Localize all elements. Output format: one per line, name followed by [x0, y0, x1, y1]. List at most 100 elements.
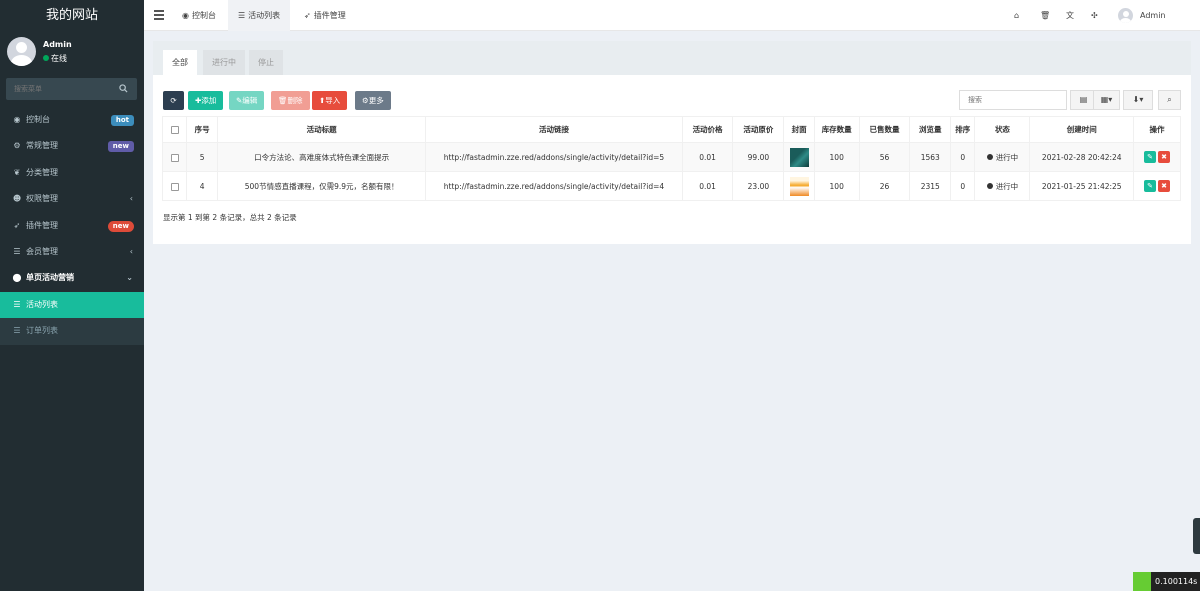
col-actions: 操作 — [1133, 116, 1181, 143]
col-price[interactable]: 活动价格 — [681, 116, 734, 143]
header-avatar[interactable] — [1118, 8, 1133, 23]
cell-orig-price: 23.00 — [732, 171, 785, 201]
status-tabs: 全部 进行中 停止 — [153, 41, 1191, 75]
cell-stock: 100 — [813, 171, 860, 201]
tab-stopped[interactable]: 停止 — [249, 50, 283, 75]
table-row: 5 口令方法论、高难度体式特色课全面提示 http://fastadmin.zz… — [161, 142, 1181, 172]
col-orig-price[interactable]: 活动原价 — [732, 116, 785, 143]
fullscreen-icon[interactable]: ✣ — [1091, 0, 1098, 31]
search-icon[interactable] — [119, 84, 128, 93]
sidebar-item-category[interactable]: ❦ 分类管理 — [0, 160, 144, 186]
language-icon[interactable]: 文 — [1066, 0, 1074, 31]
col-views[interactable]: 浏览量 — [909, 116, 952, 143]
columns-button[interactable]: ▦▾ — [1093, 90, 1120, 110]
delete-row-button[interactable]: ✖ — [1158, 180, 1171, 192]
trash-icon: 🗑 — [278, 96, 288, 105]
sidebar-menu: ◉ 控制台 hot ⚙ 常规管理 new ❦ 分类管理 ☻ 权限管理 ‹ ➶ 插件管理 new ☰… — [0, 107, 144, 345]
tab-activity-list[interactable]: ☰ 活动列表 — [228, 0, 291, 31]
cell-cover — [783, 142, 815, 172]
sidebar: 我的网站 Admin 在线 ◉控制台hot ⚙常规管理new ❦分类管理 ☻权限… — [0, 0, 144, 591]
col-cover[interactable]: 封面 — [783, 116, 815, 143]
tab-all[interactable]: 全部 — [163, 50, 197, 75]
cell-views: 2315 — [909, 171, 952, 201]
sidebar-item-member[interactable]: ☰ 会员管理 ‹ — [0, 239, 144, 265]
user-name: Admin — [43, 40, 72, 49]
delete-button[interactable]: 🗑删除 — [271, 91, 310, 110]
sidebar-item-single-activity[interactable]: ⬤ 单页活动营销 ⌄ — [0, 265, 144, 291]
cell-link[interactable]: http://fastadmin.zze.red/addons/single/a… — [425, 171, 683, 201]
list-icon: ☰ — [13, 246, 21, 256]
row-checkbox[interactable] — [161, 171, 188, 201]
top-header: ◉ 控制台 ☰ 活动列表 ➶ 插件管理 ⌂ 🗑 文 ✣ Admin — [144, 0, 1200, 31]
table-row: 4 500节情感直播课程，仅需9.9元，名额有限！ http://fastadm… — [161, 171, 1181, 201]
rocket-icon: ➶ — [13, 220, 21, 230]
sidebar-item-auth[interactable]: ☻ 权限管理 ‹ — [0, 186, 144, 212]
edit-button[interactable]: ✎编辑 — [229, 91, 265, 110]
sidebar-item-order-list[interactable]: ☰ 订单列表 — [0, 318, 144, 345]
refresh-button[interactable]: ⟳ — [163, 91, 184, 110]
new-badge: new — [107, 141, 134, 153]
activity-table: 序号 活动标题 活动链接 活动价格 活动原价 封面 库存数量 已售数量 浏览量 … — [161, 116, 1181, 201]
debug-timer[interactable]: 0.100114s — [1133, 572, 1200, 591]
user-status: 在线 — [43, 53, 67, 64]
col-stock[interactable]: 库存数量 — [813, 116, 860, 143]
col-sort[interactable]: 排序 — [950, 116, 976, 143]
cell-actions: ✎ ✖ — [1133, 142, 1181, 172]
cell-status: 进行中 — [974, 142, 1031, 172]
new-badge: new — [107, 220, 134, 232]
user-panel: Admin 在线 — [0, 31, 144, 77]
row-checkbox[interactable] — [161, 142, 188, 172]
select-all-checkbox[interactable] — [161, 116, 188, 143]
delete-row-button[interactable]: ✖ — [1158, 151, 1171, 163]
import-button[interactable]: ⬆导入 — [312, 91, 348, 110]
col-title[interactable]: 活动标题 — [216, 116, 427, 143]
cell-id: 5 — [186, 142, 218, 172]
export-button[interactable]: ⬇▾ — [1123, 90, 1153, 110]
tab-addon[interactable]: ➶ 插件管理 — [294, 0, 356, 31]
col-sold[interactable]: 已售数量 — [858, 116, 911, 143]
header-user-name[interactable]: Admin — [1140, 0, 1166, 31]
tab-running[interactable]: 进行中 — [203, 50, 245, 75]
table-search-input[interactable] — [959, 90, 1067, 110]
edit-row-button[interactable]: ✎ — [1144, 180, 1157, 192]
home-icon[interactable]: ⌂ — [1014, 0, 1019, 31]
menu-toggle-icon[interactable] — [154, 10, 164, 20]
list-icon: ☰ — [238, 11, 246, 20]
chevron-left-icon: ‹ — [129, 246, 133, 256]
cell-sold: 56 — [858, 142, 911, 172]
leaf-icon: ❦ — [13, 167, 21, 177]
user-avatar — [7, 37, 36, 66]
sidebar-item-general[interactable]: ⚙ 常规管理 new — [0, 133, 144, 159]
sidebar-item-addon[interactable]: ➶ 插件管理 new — [0, 213, 144, 239]
cell-status: 进行中 — [974, 171, 1031, 201]
chevron-left-icon: ‹ — [129, 194, 133, 204]
dashboard-icon: ◉ — [13, 115, 21, 124]
group-icon: ☻ — [12, 194, 22, 204]
rocket-icon: ➶ — [304, 11, 311, 20]
more-button[interactable]: ⚙更多 — [355, 91, 391, 110]
col-id[interactable]: 序号 — [186, 116, 218, 143]
add-button[interactable]: ✚添加 — [188, 91, 224, 110]
cover-image[interactable] — [789, 147, 809, 167]
trash-icon[interactable]: 🗑 — [1040, 0, 1050, 31]
sidebar-item-activity-list[interactable]: ☰ 活动列表 — [0, 291, 144, 319]
cover-image[interactable] — [789, 176, 809, 196]
col-created[interactable]: 创建时间 — [1029, 116, 1135, 143]
cell-link[interactable]: http://fastadmin.zze.red/addons/single/a… — [425, 142, 683, 172]
search-button[interactable]: ⌕ — [1158, 90, 1181, 110]
tab-dashboard[interactable]: ◉ 控制台 — [172, 0, 226, 31]
side-handle[interactable] — [1193, 518, 1200, 554]
site-logo[interactable]: 我的网站 — [0, 0, 144, 31]
dashboard-icon: ◉ — [182, 11, 189, 20]
pagination-info: 显示第 1 到第 2 条记录，总共 2 条记录 — [163, 213, 297, 222]
col-status[interactable]: 状态 — [974, 116, 1031, 143]
list-icon: ☰ — [13, 326, 21, 336]
menu-search-input[interactable] — [6, 78, 116, 100]
col-link[interactable]: 活动链接 — [425, 116, 683, 143]
edit-row-button[interactable]: ✎ — [1144, 151, 1157, 163]
hot-badge: hot — [110, 115, 134, 126]
content-panel: 全部 进行中 停止 ⟳ ✚添加 ✎编辑 🗑删除 ⬆导入 ⚙更多 ▤ ▦▾ ⬇▾ … — [153, 41, 1191, 244]
search-icon: ⌕ — [1167, 95, 1172, 104]
online-dot-icon — [43, 55, 49, 61]
sidebar-item-dashboard[interactable]: ◉ 控制台 hot — [0, 107, 144, 133]
